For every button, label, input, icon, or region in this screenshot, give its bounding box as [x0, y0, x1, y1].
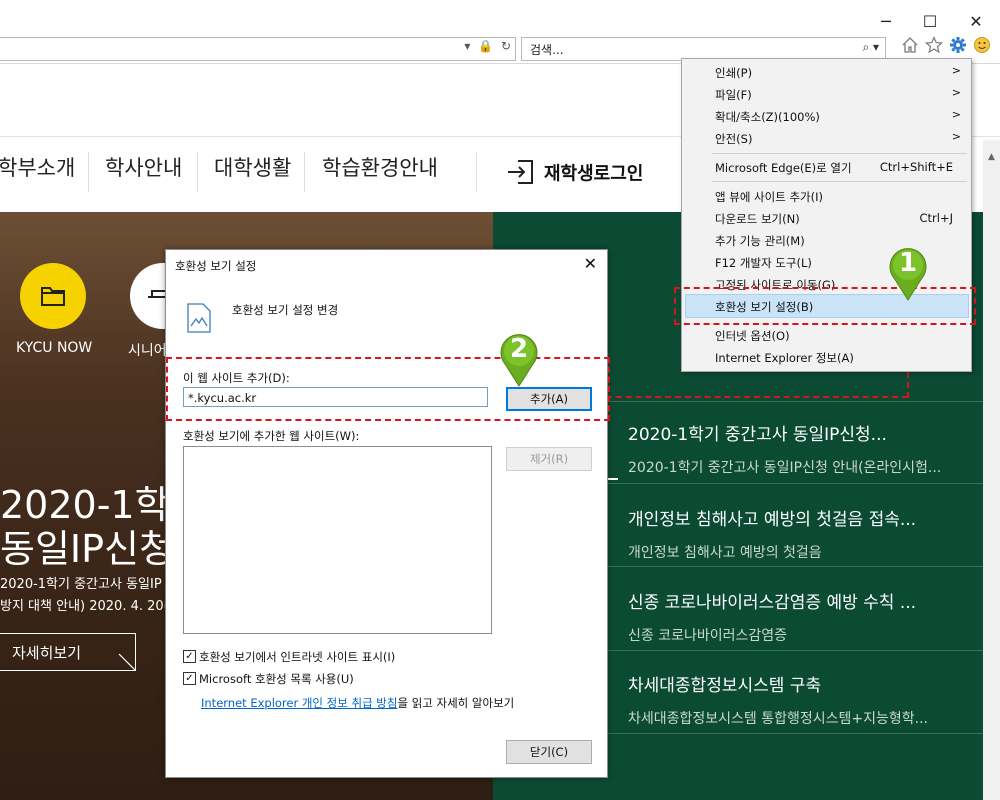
intranet-checkbox-label: 호환성 보기에서 인트라넷 사이트 표시(I) [199, 650, 396, 664]
annotation-connector-h [606, 396, 908, 398]
annotation-box-menu [674, 287, 976, 325]
chevron-right-icon: > [951, 86, 961, 99]
more-label: 자세히보기 [12, 644, 82, 662]
menu-item-downloads[interactable]: 다운로드 보기(N) [715, 211, 800, 227]
chevron-right-icon: > [951, 130, 961, 143]
close-icon[interactable]: ✕ [584, 254, 597, 273]
menu-item-about-ie[interactable]: Internet Explorer 정보(A) [715, 350, 854, 366]
menu-item-add-app-view[interactable]: 앱 뷰에 사이트 추가(I) [715, 189, 823, 205]
address-bar[interactable]: ▾ 🔒 ↻ [0, 37, 516, 61]
privacy-link[interactable]: Internet Explorer 개인 정보 취급 방침 [201, 696, 397, 710]
star-icon[interactable] [924, 35, 944, 58]
annotation-box-add-site [166, 357, 610, 421]
news-divider [608, 566, 1000, 567]
news-divider [608, 733, 1000, 734]
quick-link-label: KYCU NOW [16, 340, 93, 356]
news-summary: 차세대종합정보시스템 통합행정시스템+지능형학... [628, 711, 929, 727]
news-divider [608, 650, 1000, 651]
site-list[interactable] [183, 446, 492, 634]
minimize-button[interactable]: ─ [872, 10, 900, 34]
dialog-heading: 호환성 보기 설정 변경 [232, 303, 339, 317]
menu-item-file[interactable]: 파일(F) [715, 87, 752, 103]
page-scrollbar[interactable]: ▲ [983, 140, 1000, 800]
hero-subtitle: 방지 대책 안내) 2020. 4. 20( [0, 599, 169, 614]
news-title: 차세대종합정보시스템 구축 [628, 676, 822, 696]
menu-item-open-edge[interactable]: Microsoft Edge(E)로 열기 [715, 160, 852, 176]
ms-list-checkbox-label: Microsoft 호환성 목록 사용(U) [199, 672, 354, 686]
nav-item-learning[interactable]: 학습환경안내 [322, 152, 438, 192]
menu-item-internet-options[interactable]: 인터넷 옵션(O) [715, 328, 790, 344]
login-label: 재학생로그인 [544, 163, 644, 185]
news-title: 2020-1학기 중간고사 동일IP신청... [628, 425, 887, 445]
news-divider [608, 483, 1000, 484]
menu-item-devtools[interactable]: F12 개발자 도구(L) [715, 255, 812, 271]
quick-link-kycu-now[interactable] [20, 263, 86, 329]
news-item[interactable]: 2020-1학기 중간고사 동일IP신청... 2020-1학기 중간고사 동일… [628, 420, 958, 477]
menu-item-zoom[interactable]: 확대/축소(Z)(100%) [715, 109, 820, 125]
menu-item-addons[interactable]: 추가 기능 관리(M) [715, 233, 805, 249]
address-bar-icons[interactable]: ▾ 🔒 ↻ [464, 39, 513, 53]
news-divider [608, 401, 1000, 402]
hero-title: 동일IP신청 [0, 527, 174, 571]
step-1-pin: 1 [886, 244, 930, 302]
nav-divider [476, 152, 477, 192]
maximize-button[interactable]: ☐ [916, 10, 944, 34]
close-window-button[interactable]: ✕ [962, 10, 990, 34]
menu-separator [712, 153, 967, 154]
dialog-title: 호환성 보기 설정 [175, 259, 257, 273]
folder-icon [41, 287, 65, 306]
ms-list-checkbox[interactable]: ✓ [183, 672, 196, 685]
menu-item-safety[interactable]: 안전(S) [715, 131, 752, 147]
nav-item-academic[interactable]: 학사안내 [105, 152, 182, 192]
intranet-checkbox[interactable]: ✓ [183, 650, 196, 663]
news-summary: 신종 코로나바이러스감염증 [628, 628, 788, 644]
search-placeholder: 검색... [530, 43, 564, 57]
menu-shortcut: Ctrl+Shift+E [879, 160, 953, 174]
login-icon [506, 157, 538, 192]
nav-item-campus-life[interactable]: 대학생활 [214, 152, 291, 192]
nav-item-about[interactable]: 학부소개 [0, 152, 75, 192]
menu-item-print[interactable]: 인쇄(P) [715, 65, 752, 81]
smiley-icon[interactable] [972, 36, 992, 58]
compat-view-dialog: 호환성 보기 설정 ✕ 호환성 보기 설정 변경 이 웹 사이트 추가(D): … [165, 249, 608, 778]
home-icon[interactable] [900, 36, 920, 58]
news-item[interactable]: 차세대종합정보시스템 구축 차세대종합정보시스템 통합행정시스템+지능형학... [628, 671, 958, 728]
chevron-right-icon: > [951, 64, 961, 77]
news-title: 신종 코로나바이러스감염증 예방 수칙 ... [628, 593, 917, 613]
step-2-pin: 2 [497, 330, 541, 388]
nav-divider [88, 152, 89, 192]
menu-shortcut: Ctrl+J [919, 211, 954, 225]
news-summary: 2020-1학기 중간고사 동일IP신청 안내(온라인시험... [628, 460, 942, 476]
nav-divider [304, 152, 305, 192]
news-item[interactable]: 개인정보 침해사고 예방의 첫걸음 접속... 개인정보 침해사고 예방의 첫걸… [628, 505, 958, 562]
step-1-number: 1 [898, 248, 918, 278]
login-button[interactable]: 재학생로그인 [506, 157, 643, 192]
news-summary: 개인정보 침해사고 예방의 첫걸음 [628, 545, 822, 561]
gear-icon[interactable] [948, 36, 968, 58]
hero-subtitle: 2020-1학기 중간고사 동일IP [0, 577, 162, 592]
document-icon [186, 302, 212, 337]
chevron-right-icon: > [951, 108, 961, 121]
news-title: 개인정보 침해사고 예방의 첫걸음 접속... [628, 510, 917, 530]
quick-link-label: 시니어 [128, 343, 167, 359]
privacy-suffix: 을 읽고 자세히 알아보기 [397, 696, 515, 710]
news-item[interactable]: 신종 코로나바이러스감염증 예방 수칙 ... 신종 코로나바이러스감염증 [628, 588, 958, 645]
close-button[interactable]: 닫기(C) [506, 740, 592, 764]
privacy-note: Internet Explorer 개인 정보 취급 방침을 읽고 자세히 알아… [201, 695, 514, 711]
search-icon[interactable]: ⌕ ▾ [862, 40, 879, 55]
step-2-number: 2 [509, 334, 529, 364]
news-indicator [608, 478, 618, 480]
site-list-label: 호환성 보기에 추가한 웹 사이트(W): [183, 429, 360, 443]
more-button[interactable]: 자세히보기 [0, 633, 136, 671]
nav-divider [197, 152, 198, 192]
remove-button[interactable]: 제거(R) [506, 447, 592, 471]
menu-separator [712, 181, 967, 182]
